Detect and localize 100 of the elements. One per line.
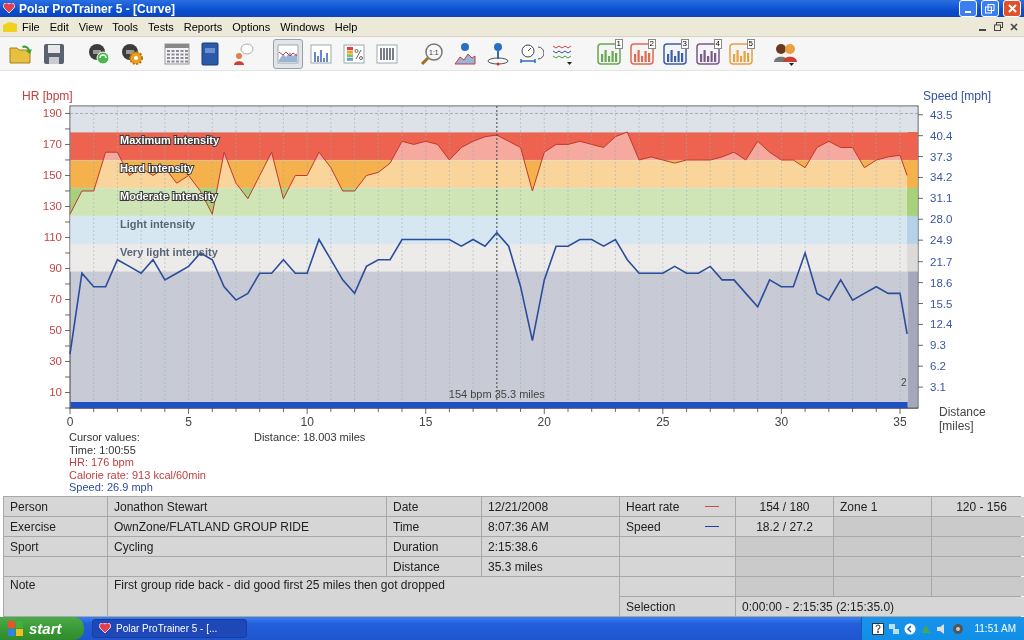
cursor-heart-rate: HR: 176 bpm xyxy=(69,456,135,469)
close-button[interactable] xyxy=(1003,0,1021,18)
restore-button[interactable] xyxy=(981,0,999,18)
sample-button[interactable]: 4 xyxy=(693,38,723,69)
field-value: Jonathon Stewart xyxy=(108,497,386,516)
help-icon xyxy=(872,622,885,635)
y-tick-label: 90 xyxy=(49,262,62,275)
zone-name: Zone 1 xyxy=(834,497,931,516)
sample-button[interactable]: 2 xyxy=(627,38,657,69)
minimize-icon xyxy=(965,10,971,13)
y-tick-label: 10 xyxy=(49,386,62,399)
lap-marker: 2 xyxy=(901,377,907,389)
menu-item[interactable]: Windows xyxy=(275,20,330,33)
book-icon xyxy=(200,41,220,66)
menu-item[interactable]: Help xyxy=(329,20,363,33)
sample-button[interactable]: 1 xyxy=(594,38,624,69)
minimize-button[interactable] xyxy=(959,0,977,18)
cursor-readout: 154 bpm 35.3 miles xyxy=(448,388,545,401)
document-icon xyxy=(3,21,17,32)
menu-item[interactable]: Edit xyxy=(44,20,74,33)
note-text: First group ride back - did good first 25 miles then got dropped xyxy=(108,577,619,616)
stopwatch-icon xyxy=(518,41,544,66)
field-value: 8:07:36 AM xyxy=(482,517,619,536)
curve-view-tab[interactable] xyxy=(273,38,303,69)
y-tick-label: 130 xyxy=(42,200,62,213)
y-tick-label: 6.2 xyxy=(930,360,946,373)
person-speech-icon xyxy=(231,41,255,66)
y-tick-label: 28.0 xyxy=(930,213,953,226)
y-tick-label: 34.2 xyxy=(930,171,953,184)
y-axis-title: HR [bpm] xyxy=(22,89,73,104)
menu-item[interactable]: Options xyxy=(227,20,276,33)
start-button[interactable]: start xyxy=(0,617,84,640)
restore-button[interactable] xyxy=(991,19,1005,34)
cursor-time: Time: 1:00:55 xyxy=(69,443,137,457)
start-label: start xyxy=(29,620,62,637)
heart-logo-icon xyxy=(3,3,15,15)
field-label: Note xyxy=(4,577,107,616)
field-label: Selection xyxy=(620,597,735,616)
sample-number: 3 xyxy=(680,38,689,49)
network-icon xyxy=(888,622,901,635)
x-tick-label: 0 xyxy=(66,415,74,430)
x-tick-label: 15 xyxy=(419,415,433,430)
menu-item[interactable]: Reports xyxy=(178,20,228,33)
field-label: Person xyxy=(4,497,107,516)
minimize-icon xyxy=(978,28,986,31)
y-tick-label: 70 xyxy=(49,293,62,306)
field-label: Duration xyxy=(387,537,481,556)
summary-label: Speed xyxy=(626,519,661,534)
y-tick-label: 21.7 xyxy=(930,256,953,269)
close-icon xyxy=(1010,22,1018,31)
field-value: 2:15:38.6 xyxy=(482,537,619,556)
x-tick-label: 10 xyxy=(300,415,314,430)
y-tick-label: 12.4 xyxy=(930,318,953,331)
device-gear-icon xyxy=(120,41,144,66)
sample-button[interactable]: 3 xyxy=(660,38,690,69)
menu-item[interactable]: View xyxy=(73,20,108,33)
taskbar-window-title: Polar ProTrainer 5 - [... xyxy=(116,623,218,634)
calendar-icon xyxy=(164,42,190,65)
zone-label: Hard intensity xyxy=(120,162,194,175)
field-label: Time xyxy=(387,517,481,536)
y-tick-label: 30 xyxy=(49,355,62,368)
people-dropdown-icon xyxy=(773,41,799,66)
close-icon xyxy=(1007,4,1017,14)
y-tick-label: 31.1 xyxy=(930,192,953,205)
y-tick-label: 150 xyxy=(42,169,62,182)
zone-label: Very light intensity xyxy=(120,246,218,259)
field-value: Cycling xyxy=(108,537,386,556)
x-tick-label: 20 xyxy=(537,415,551,430)
menu-item[interactable]: Tools xyxy=(107,20,144,33)
menu-item[interactable]: Tests xyxy=(143,20,179,33)
y-tick-label: 9.3 xyxy=(930,339,946,352)
sample-number: 4 xyxy=(713,38,722,49)
selection-range: 0:00:00 - 2:15:35 (2:15:35.0) xyxy=(736,597,1024,616)
x-tick-label: 30 xyxy=(774,415,789,430)
zone-label: Maximum intensity xyxy=(120,134,220,147)
magnifier-icon xyxy=(420,41,444,66)
restore-icon xyxy=(993,22,1003,31)
summary-value: 18.2 / 27.2 xyxy=(736,517,833,536)
field-label: Exercise xyxy=(4,517,107,536)
menu-item[interactable]: File xyxy=(17,20,45,33)
x-axis-title: Distance [miles] xyxy=(939,405,986,434)
x-tick-label: 5 xyxy=(185,415,192,430)
field-value: 12/21/2008 xyxy=(482,497,619,516)
windows-logo-icon xyxy=(8,621,24,636)
sample-number: 1 xyxy=(614,38,623,49)
y-tick-label: 18.6 xyxy=(930,277,953,289)
window-title: Polar ProTrainer 5 - [Curve] xyxy=(19,1,177,16)
y-tick-label: 37.3 xyxy=(930,150,953,163)
field-value: 35.3 miles xyxy=(482,557,619,576)
x-tick-label: 35 xyxy=(893,415,907,430)
cursor-values-title: Cursor values: xyxy=(69,431,141,444)
sample-number: 5 xyxy=(746,38,755,49)
taskbar-window-button[interactable]: Polar ProTrainer 5 - [... xyxy=(92,619,247,638)
table-grid-icon xyxy=(376,43,398,64)
bar-chart-icon xyxy=(310,43,332,64)
zone-label: Light intensity xyxy=(120,218,196,231)
device-sync-icon xyxy=(87,41,111,66)
curve-chart-icon xyxy=(277,43,299,64)
y-tick-label: 3.1 xyxy=(930,381,946,394)
sample-button[interactable]: 5 xyxy=(726,38,756,69)
